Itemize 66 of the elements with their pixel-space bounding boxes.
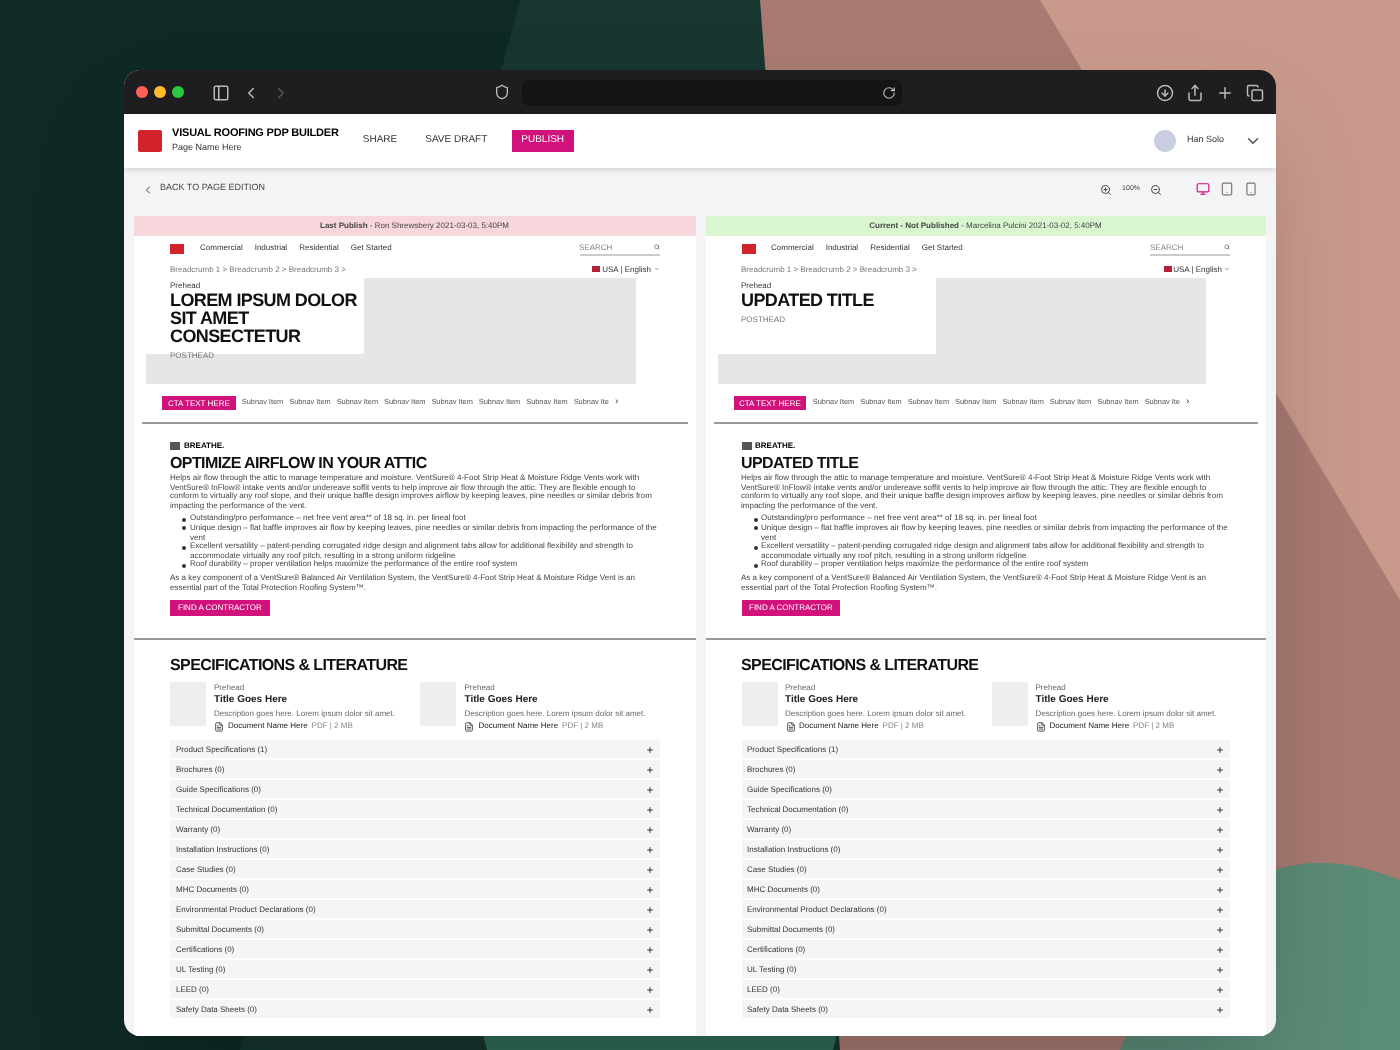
- tabs-icon[interactable]: [1246, 83, 1264, 101]
- expand-icon: [1216, 825, 1224, 834]
- expand-icon: [645, 845, 653, 854]
- hero-title: LOREM IPSUM DOLOR SIT AMET CONSECTETUR: [170, 292, 359, 346]
- expand-icon: [1216, 785, 1224, 794]
- document-icon: [1035, 721, 1046, 732]
- expand-icon: [1216, 885, 1224, 894]
- expand-icon: [645, 905, 653, 914]
- hero-title: UPDATED TITLE: [741, 292, 876, 310]
- flag-icon: [1163, 266, 1172, 272]
- expand-icon: [1216, 805, 1224, 814]
- logo-icon: [170, 243, 184, 253]
- expand-icon: [645, 805, 653, 814]
- zoom-out-icon[interactable]: [1150, 183, 1162, 195]
- share-icon[interactable]: [1186, 83, 1204, 101]
- expand-icon: [1216, 925, 1224, 934]
- expand-icon: [1216, 965, 1224, 974]
- expand-icon: [645, 885, 653, 894]
- expand-icon: [1216, 765, 1224, 774]
- phone-icon[interactable]: [1244, 182, 1258, 196]
- expand-icon: [1216, 1005, 1224, 1014]
- expand-icon: [1216, 985, 1224, 994]
- sidebar-icon[interactable]: [212, 83, 230, 101]
- expand-icon: [1216, 845, 1224, 854]
- search-icon: [653, 244, 659, 250]
- expand-icon: [1216, 745, 1224, 754]
- section-title: SPECIFICATIONS & LITERATURE: [170, 656, 410, 674]
- expand-icon: [645, 1005, 653, 1014]
- expand-icon: [1216, 905, 1224, 914]
- zoom-in-icon[interactable]: [1100, 183, 1113, 195]
- logo-icon: [138, 130, 162, 152]
- expand-icon: [1216, 865, 1224, 874]
- expand-icon: [645, 745, 653, 754]
- flag-icon: [592, 266, 601, 272]
- shield-icon[interactable]: [494, 84, 510, 100]
- expand-icon: [645, 765, 653, 774]
- avatar: [1154, 130, 1177, 152]
- download-icon[interactable]: [1156, 83, 1174, 101]
- section-title: SPECIFICATIONS & LITERATURE: [741, 656, 981, 674]
- close-button[interactable]: [136, 86, 148, 98]
- search-icon: [1224, 244, 1230, 250]
- new-tab-icon[interactable]: [1216, 83, 1234, 101]
- tablet-icon[interactable]: [1220, 182, 1234, 196]
- maximize-button[interactable]: [172, 86, 184, 98]
- back-icon[interactable]: [242, 83, 260, 101]
- desktop-icon[interactable]: [1196, 182, 1210, 196]
- section-title: UPDATED TITLE: [741, 454, 861, 472]
- expand-icon: [645, 825, 653, 834]
- brand-icon: [170, 442, 180, 450]
- expand-icon: [1216, 945, 1224, 954]
- section-title: OPTIMIZE AIRFLOW IN YOUR ATTIC: [170, 454, 429, 472]
- expand-icon: [645, 785, 653, 794]
- expand-icon: [645, 985, 653, 994]
- user-menu-icon[interactable]: [1244, 132, 1262, 150]
- expand-icon: [645, 865, 653, 874]
- brand-icon: [741, 442, 751, 450]
- document-icon: [785, 721, 795, 732]
- expand-icon: [645, 925, 653, 934]
- reload-icon[interactable]: [882, 85, 896, 99]
- expand-icon: [645, 965, 653, 974]
- expand-icon: [645, 945, 653, 954]
- document-icon: [214, 721, 224, 732]
- logo-icon: [741, 243, 755, 253]
- document-icon: [464, 721, 475, 732]
- chevron-left-icon: [142, 183, 154, 195]
- minimize-button[interactable]: [154, 86, 166, 98]
